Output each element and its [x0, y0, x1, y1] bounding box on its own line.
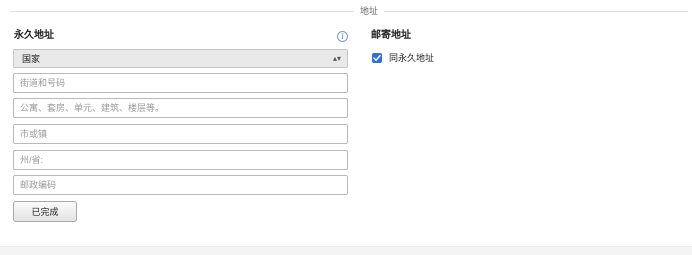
- footer-bar: [0, 246, 692, 255]
- postal-code-placeholder: 邮政编码: [20, 180, 57, 190]
- info-icon[interactable]: i: [337, 31, 348, 42]
- same-as-permanent-checkbox[interactable]: [372, 53, 382, 63]
- select-arrows-icon: ▴▾: [332, 54, 341, 63]
- state-input[interactable]: 州/省:: [13, 150, 348, 170]
- same-as-permanent-label: 同永久地址: [389, 53, 435, 63]
- city-input[interactable]: 市或镇: [13, 124, 348, 144]
- mailing-address-heading: 邮寄地址: [371, 30, 411, 41]
- section-divider: [10, 11, 688, 12]
- checkmark-icon: [373, 54, 381, 61]
- state-placeholder: 州/省:: [20, 155, 44, 165]
- street-placeholder: 街道和号码: [20, 78, 66, 88]
- city-placeholder: 市或镇: [20, 129, 48, 139]
- done-button-label: 已完成: [31, 207, 59, 217]
- country-select-value: 国家: [22, 54, 41, 64]
- done-button[interactable]: 已完成: [13, 201, 77, 222]
- section-header: 地址: [10, 4, 688, 18]
- postal-code-input[interactable]: 邮政编码: [13, 175, 348, 195]
- permanent-address-heading: 永久地址: [14, 30, 54, 41]
- apartment-input[interactable]: 公寓、套房、单元、建筑、楼层等。: [13, 98, 348, 118]
- street-input[interactable]: 街道和号码: [13, 73, 348, 93]
- section-title: 地址: [354, 4, 385, 18]
- apartment-placeholder: 公寓、套房、单元、建筑、楼层等。: [20, 103, 165, 113]
- country-select[interactable]: 国家 ▴▾: [13, 49, 348, 68]
